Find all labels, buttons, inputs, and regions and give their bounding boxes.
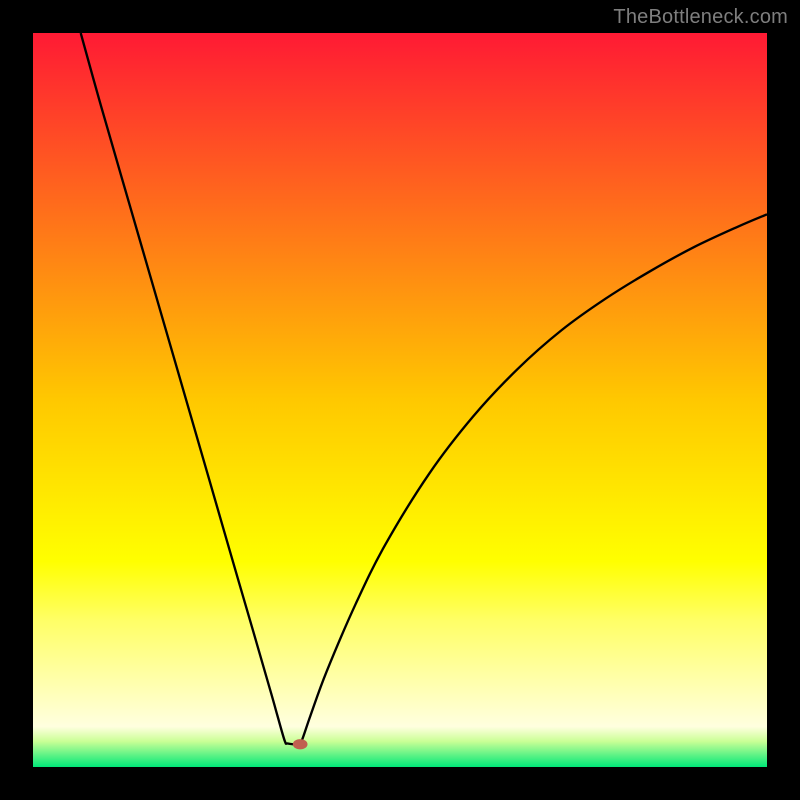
optimal-marker xyxy=(293,739,308,749)
chart-background xyxy=(33,33,767,767)
watermark-text: TheBottleneck.com xyxy=(613,6,788,29)
chart-frame xyxy=(33,33,767,767)
bottleneck-chart xyxy=(33,33,767,767)
